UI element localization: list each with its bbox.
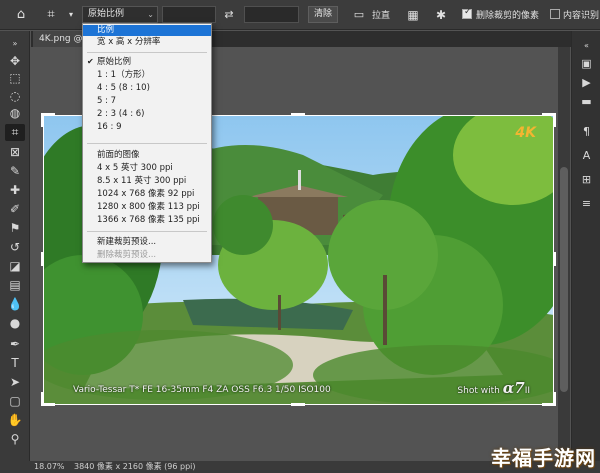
crop-handle-top-left-v[interactable] <box>41 113 44 127</box>
crop-tool-icon[interactable]: ⌗ <box>5 124 25 141</box>
pen-tool-icon[interactable]: ✒ <box>5 336 25 353</box>
scrollbar-thumb[interactable] <box>560 167 568 392</box>
menu-item-16-9[interactable]: 16 : 9 <box>83 122 211 133</box>
history-panel-icon[interactable]: ▣ <box>577 55 596 72</box>
menu-item-front-image[interactable]: 前面的图像 <box>83 150 211 161</box>
right-panel-strip: « ▣ ▶ ▬ ¶ A ⊞ ≡ <box>571 31 600 461</box>
object-select-tool-icon[interactable]: ◍ <box>5 105 25 122</box>
home-icon[interactable]: ⌂ <box>12 6 30 24</box>
tool-preset-chevron-icon[interactable]: ▾ <box>62 6 80 24</box>
crop-handle-right[interactable] <box>553 252 556 266</box>
menu-item-delete-preset: 删除裁剪预设... <box>97 250 157 260</box>
marquee-tool-icon[interactable]: ⬚ <box>5 70 25 87</box>
paragraph-panel-icon[interactable]: ¶ <box>577 123 596 140</box>
menu-item-whr[interactable]: 宽 x 高 x 分辨率 <box>83 37 211 48</box>
blur-tool-icon[interactable]: 💧 <box>5 296 25 313</box>
menu-item-ratio[interactable]: 比例 <box>83 25 211 36</box>
comments-panel-icon[interactable]: ▬ <box>577 93 596 110</box>
site-watermark: 幸福手游网 <box>491 446 596 470</box>
ratio-select[interactable]: 原始比例 ⌄ <box>82 6 158 23</box>
ratio-dropdown-menu: 比例 宽 x 高 x 分辨率 ✔ 原始比例 1 : 1（方形） 4 : 5 (8… <box>82 23 212 263</box>
menu-item-4x5in[interactable]: 4 x 5 英寸 300 ppi <box>83 163 211 174</box>
delete-cropped-checkbox[interactable] <box>462 7 472 19</box>
chevron-down-icon: ⌄ <box>147 10 154 19</box>
menu-item-new-preset[interactable]: 新建裁剪预设... <box>83 237 211 248</box>
crop-handle-bottom[interactable] <box>291 403 305 406</box>
swap-icon[interactable]: ⇄ <box>220 6 238 24</box>
straighten-label[interactable]: 拉直 <box>372 8 390 21</box>
crop-handle-top[interactable] <box>291 113 305 116</box>
crop-handle-top-right-v[interactable] <box>553 113 556 127</box>
shape-tool-icon[interactable]: ▢ <box>5 393 25 410</box>
delete-cropped-label: 删除裁剪的像素 <box>476 11 540 21</box>
frame-tool-icon[interactable]: ⊠ <box>5 144 25 161</box>
zoom-tool-icon[interactable]: ⚲ <box>5 431 25 448</box>
menu-item-8-5x11in[interactable]: 8.5 x 11 英寸 300 ppi <box>83 176 211 187</box>
menu-item-1-1[interactable]: 1 : 1（方形） <box>83 70 211 81</box>
content-aware-label: 内容识别 <box>563 11 600 21</box>
straighten-icon[interactable]: ▭ <box>350 6 368 24</box>
zoom-level[interactable]: 18.07% <box>34 461 65 473</box>
document-dimensions: 3840 像素 x 2160 像素 (96 ppi) <box>74 462 196 471</box>
dodge-tool-icon[interactable]: ● <box>5 315 25 332</box>
crop-handle-bottom-right-v[interactable] <box>553 392 556 406</box>
menu-item-1366x768[interactable]: 1366 x 768 像素 135 ppi <box>83 215 211 226</box>
width-field[interactable] <box>162 6 216 23</box>
content-aware-checkbox[interactable] <box>550 9 560 19</box>
properties-panel-icon[interactable]: ⊞ <box>577 171 596 188</box>
ratio-select-value: 原始比例 <box>88 9 125 19</box>
actions-panel-icon[interactable]: ▶ <box>577 74 596 91</box>
height-field[interactable] <box>244 6 299 23</box>
collapse-toggle-icon[interactable]: » <box>5 35 25 52</box>
clear-button-label: 清除 <box>313 9 332 19</box>
menu-item-5-7[interactable]: 5 : 7 <box>83 96 211 107</box>
eyedropper-tool-icon[interactable]: ✎ <box>5 163 25 180</box>
collapse-panels-icon[interactable]: « <box>577 37 596 54</box>
gear-icon[interactable]: ✱ <box>432 6 450 24</box>
menu-item-1024x768[interactable]: 1024 x 768 像素 92 ppi <box>83 189 211 200</box>
healing-tool-icon[interactable]: ✚ <box>5 182 25 199</box>
stamp-tool-icon[interactable]: ⚑ <box>5 220 25 237</box>
menu-separator <box>87 143 207 144</box>
tools-panel: » ✥ ⬚ ◌ ◍ ⌗ ⊠ ✎ ✚ ✐ ⚑ ↺ ◪ ▤ 💧 ● ✒ T ➤ ▢ … <box>0 31 30 461</box>
menu-item-4-5[interactable]: 4 : 5 (8 : 10) <box>83 83 211 94</box>
history-brush-icon[interactable]: ↺ <box>5 239 25 256</box>
crop-tool-icon[interactable]: ⌗ <box>42 6 60 24</box>
menu-item-original-ratio[interactable]: 原始比例 <box>83 57 211 68</box>
lasso-tool-icon[interactable]: ◌ <box>5 88 25 105</box>
menu-item-2-3[interactable]: 2 : 3 (4 : 6) <box>83 109 211 120</box>
clear-button[interactable]: 清除 <box>308 6 338 23</box>
character-panel-icon[interactable]: A <box>577 147 596 164</box>
vertical-scrollbar[interactable] <box>558 47 570 460</box>
menu-separator <box>87 231 207 232</box>
gradient-tool-icon[interactable]: ▤ <box>5 277 25 294</box>
menu-separator <box>87 52 207 53</box>
eraser-tool-icon[interactable]: ◪ <box>5 258 25 275</box>
crop-handle-bottom-left-v[interactable] <box>41 392 44 406</box>
move-tool-icon[interactable]: ✥ <box>5 53 25 70</box>
menu-item-1280x800[interactable]: 1280 x 800 像素 113 ppi <box>83 202 211 213</box>
hand-tool-icon[interactable]: ✋ <box>5 412 25 429</box>
overlay-grid-icon[interactable]: ▦ <box>404 6 422 24</box>
crop-handle-left[interactable] <box>41 252 44 266</box>
adjustments-panel-icon[interactable]: ≡ <box>577 195 596 212</box>
type-tool-icon[interactable]: T <box>5 355 25 372</box>
brush-tool-icon[interactable]: ✐ <box>5 201 25 218</box>
path-select-icon[interactable]: ➤ <box>5 374 25 391</box>
